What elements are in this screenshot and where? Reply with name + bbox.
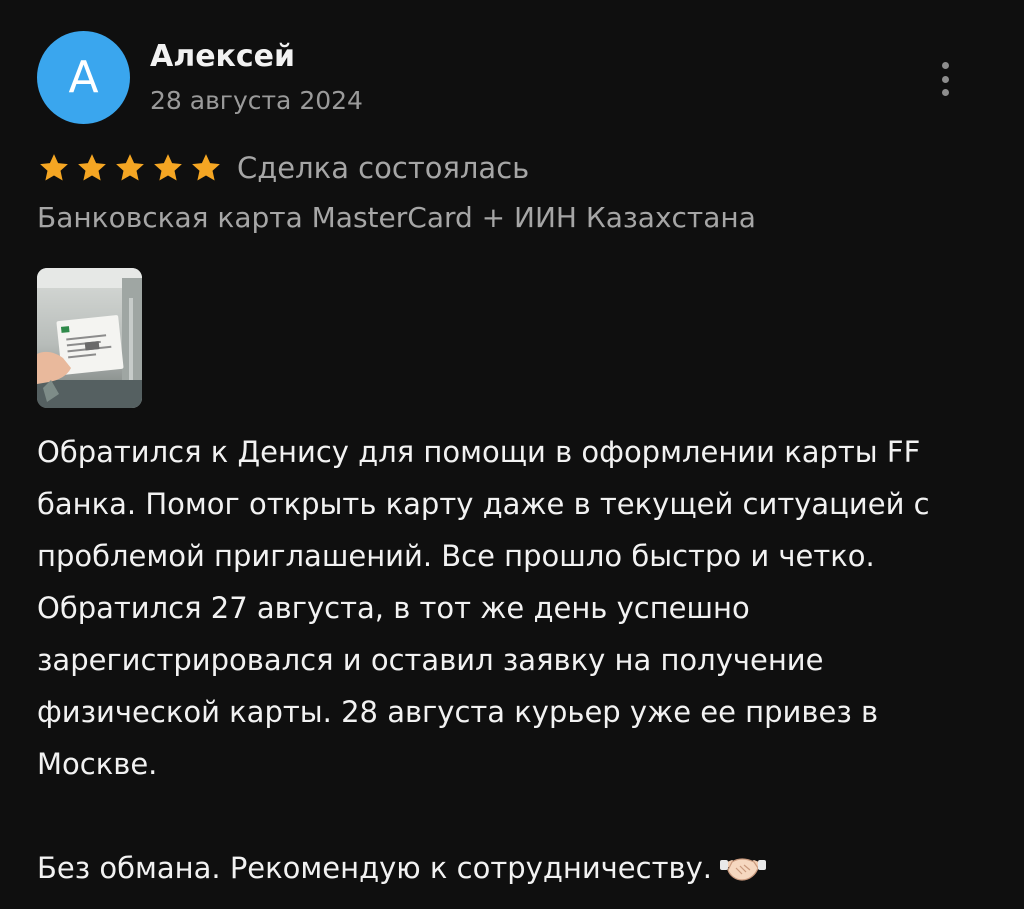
review-photo-thumbnail[interactable]: [37, 268, 142, 408]
star-icon: [37, 151, 71, 185]
review-text: Обратился к Денису для помощи в оформлен…: [37, 426, 997, 900]
more-vertical-icon: [941, 62, 949, 69]
review-date: 28 августа 2024: [150, 86, 363, 115]
handshake-icon: [719, 848, 766, 900]
review-card: А Алексей 28 августа 2024 Сделка состоял…: [0, 0, 1024, 909]
review-closing-text: Без обмана. Рекомендую к сотрудничеству.: [37, 851, 712, 885]
star-icon: [151, 151, 185, 185]
review-text-paragraph: Обратился к Денису для помощи в оформлен…: [37, 435, 930, 781]
star-icon: [75, 151, 109, 185]
star-icon: [189, 151, 223, 185]
deal-status: Сделка состоялась: [237, 151, 530, 185]
rating-row: Сделка состоялась: [37, 148, 529, 188]
author-name[interactable]: Алексей: [150, 39, 295, 74]
avatar[interactable]: А: [37, 31, 130, 124]
review-text-paragraph: Без обмана. Рекомендую к сотрудничеству.: [37, 842, 997, 900]
star-icon: [113, 151, 147, 185]
more-options-button[interactable]: [925, 58, 965, 100]
star-rating: [37, 151, 227, 185]
service-name: Банковская карта MasterCard + ИИН Казахс…: [37, 201, 756, 234]
